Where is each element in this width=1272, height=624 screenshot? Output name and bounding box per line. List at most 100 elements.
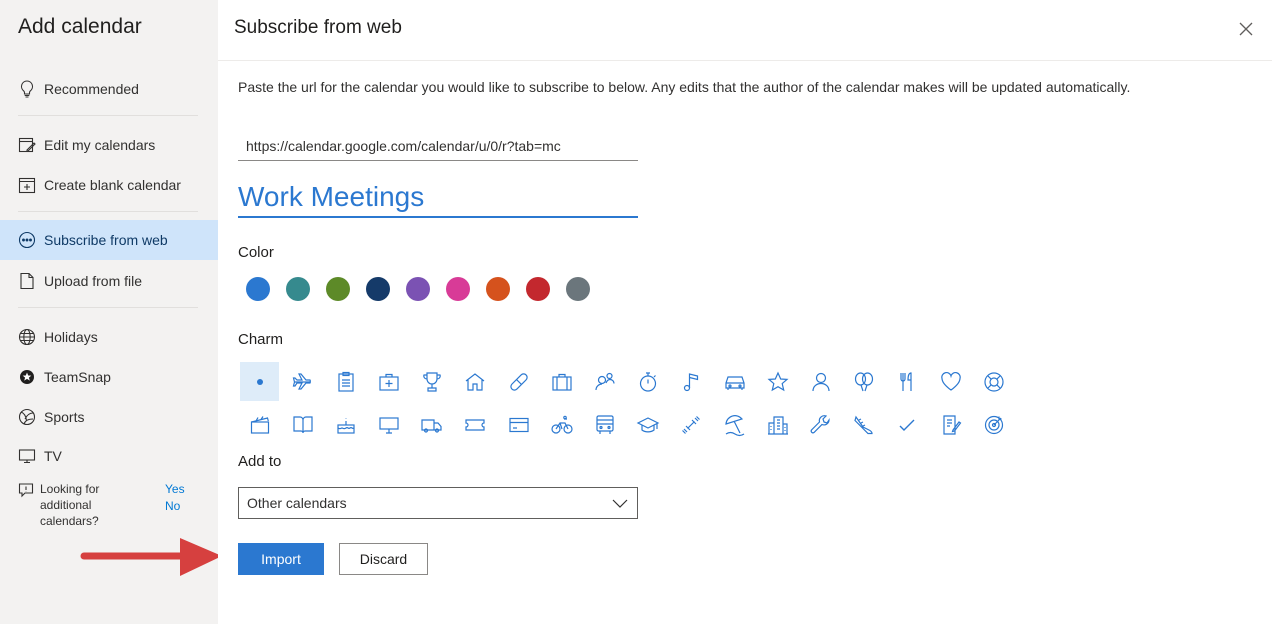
teamsnap-icon	[18, 368, 36, 386]
charm-medical-kit-icon[interactable]	[370, 362, 409, 401]
description-text: Paste the url for the calendar you would…	[238, 79, 1131, 95]
charm-briefcase-icon[interactable]	[542, 362, 581, 401]
calendar-url-input[interactable]	[238, 131, 638, 161]
sidebar-item-label: Recommended	[44, 81, 139, 97]
subscribe-icon	[18, 231, 36, 249]
charm-airplane-icon[interactable]	[283, 362, 322, 401]
charm-dumbbell-icon[interactable]	[672, 405, 711, 444]
add-calendar-icon	[18, 176, 36, 194]
subscribe-panel: Subscribe from web Paste the url for the…	[218, 0, 1272, 624]
charm-book-icon[interactable]	[283, 405, 322, 444]
header-divider	[218, 60, 1272, 61]
sports-ball-icon	[18, 408, 36, 426]
charm-home-icon[interactable]	[456, 362, 495, 401]
charm-heart-icon[interactable]	[931, 362, 970, 401]
charm-truck-icon[interactable]	[413, 405, 452, 444]
charm-trophy-icon[interactable]	[413, 362, 452, 401]
calendar-name-input[interactable]	[238, 178, 638, 218]
lightbulb-icon	[18, 80, 36, 98]
sidebar-title: Add calendar	[18, 15, 142, 38]
color-swatch-red[interactable]	[526, 277, 550, 301]
color-swatch-orange[interactable]	[486, 277, 510, 301]
charm-beach-umbrella-icon[interactable]	[715, 405, 754, 444]
charm-ticket-icon[interactable]	[456, 405, 495, 444]
charm-bicycle-icon[interactable]	[542, 405, 581, 444]
sidebar-item-label: Edit my calendars	[44, 137, 156, 153]
charm-picker	[240, 362, 1020, 448]
color-swatch-pink[interactable]	[446, 277, 470, 301]
close-icon[interactable]	[1238, 21, 1254, 37]
chevron-down-icon	[611, 495, 629, 513]
charm-dot-icon[interactable]	[240, 362, 279, 401]
sidebar-divider	[18, 307, 198, 308]
sidebar-item-label: Create blank calendar	[44, 177, 181, 193]
sidebar-item-label: Sports	[44, 409, 85, 425]
charm-building-icon[interactable]	[758, 405, 797, 444]
add-to-dropdown[interactable]: Other calendars	[238, 487, 638, 519]
charm-star-icon[interactable]	[758, 362, 797, 401]
additional-calendars-prompt: Looking for additional calendars?	[18, 481, 130, 529]
color-swatch-blue[interactable]	[246, 277, 270, 301]
sidebar-item-holidays[interactable]: Holidays	[0, 317, 218, 357]
sidebar-item-tv[interactable]: TV	[0, 436, 218, 476]
charm-stopwatch-icon[interactable]	[629, 362, 668, 401]
color-swatch-gray[interactable]	[566, 277, 590, 301]
charm-lifebuoy-icon[interactable]	[974, 362, 1013, 401]
add-to-value: Other calendars	[247, 495, 347, 511]
color-swatch-green[interactable]	[326, 277, 350, 301]
charm-clipboard-icon[interactable]	[326, 362, 365, 401]
charm-wrench-icon[interactable]	[801, 405, 840, 444]
sidebar-item-teamsnap[interactable]: TeamSnap	[0, 357, 218, 397]
color-swatch-purple[interactable]	[406, 277, 430, 301]
charm-birthday-cake-icon[interactable]	[326, 405, 365, 444]
sidebar-item-label: Holidays	[44, 329, 98, 345]
charm-car-icon[interactable]	[715, 362, 754, 401]
color-label: Color	[238, 244, 274, 261]
sidebar-item-recommended[interactable]: Recommended	[0, 69, 218, 109]
sidebar-item-subscribe-from-web[interactable]: Subscribe from web	[0, 220, 218, 260]
sidebar-item-label: Subscribe from web	[44, 232, 168, 248]
annotation-arrow	[80, 538, 222, 576]
globe-icon	[18, 328, 36, 346]
sidebar-item-label: TeamSnap	[44, 369, 111, 385]
edit-calendar-icon	[18, 136, 36, 154]
charm-graduation-cap-icon[interactable]	[629, 405, 668, 444]
discard-button[interactable]: Discard	[339, 543, 428, 575]
panel-title: Subscribe from web	[234, 17, 402, 38]
add-to-label: Add to	[238, 453, 282, 470]
sidebar-divider	[18, 115, 198, 116]
tv-icon	[18, 447, 36, 465]
color-swatch-teal[interactable]	[286, 277, 310, 301]
charm-notepad-icon[interactable]	[931, 405, 970, 444]
sidebar-divider	[18, 211, 198, 212]
import-button[interactable]: Import	[238, 543, 324, 575]
no-link[interactable]: No	[165, 498, 185, 515]
sidebar-item-sports[interactable]: Sports	[0, 397, 218, 437]
charm-sneaker-icon[interactable]	[845, 405, 884, 444]
charm-balloons-icon[interactable]	[845, 362, 884, 401]
charm-credit-card-icon[interactable]	[499, 405, 538, 444]
sidebar-item-upload-from-file[interactable]: Upload from file	[0, 261, 218, 301]
charm-people-icon[interactable]	[586, 362, 625, 401]
feedback-icon	[18, 482, 34, 498]
color-picker	[246, 277, 606, 301]
sidebar-item-create-blank-calendar[interactable]: Create blank calendar	[0, 165, 218, 205]
charm-music-note-icon[interactable]	[672, 362, 711, 401]
charm-fork-knife-icon[interactable]	[888, 362, 927, 401]
sidebar-item-edit-my-calendars[interactable]: Edit my calendars	[0, 125, 218, 165]
charm-checkmark-icon[interactable]	[888, 405, 927, 444]
charm-target-icon[interactable]	[974, 405, 1013, 444]
looking-text: Looking for additional calendars?	[40, 482, 100, 528]
charm-pill-icon[interactable]	[499, 362, 538, 401]
feedback-links: Yes No	[165, 481, 185, 515]
yes-link[interactable]: Yes	[165, 481, 185, 498]
charm-monitor-icon[interactable]	[370, 405, 409, 444]
charm-bus-icon[interactable]	[586, 405, 625, 444]
charm-person-icon[interactable]	[801, 362, 840, 401]
sidebar: Add calendar Recommended Edit my calenda…	[0, 0, 222, 624]
color-swatch-navy[interactable]	[366, 277, 390, 301]
charm-clapperboard-icon[interactable]	[240, 405, 279, 444]
sidebar-item-label: Upload from file	[44, 273, 143, 289]
file-icon	[18, 272, 36, 290]
sidebar-item-label: TV	[44, 448, 62, 464]
